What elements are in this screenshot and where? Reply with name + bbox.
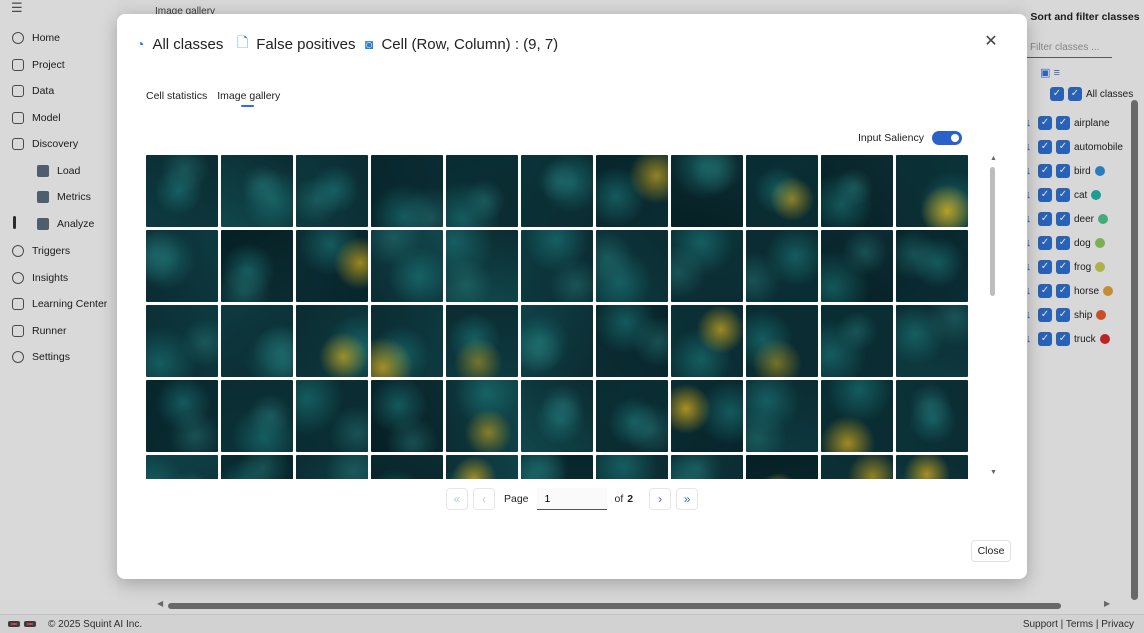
gallery-thumbnail[interactable] xyxy=(896,380,968,452)
gallery-thumbnail[interactable] xyxy=(596,155,668,227)
gallery-thumbnail[interactable] xyxy=(146,455,218,479)
gallery-thumbnail[interactable] xyxy=(371,380,443,452)
gallery-thumbnail[interactable] xyxy=(896,455,968,479)
gallery-thumbnail[interactable] xyxy=(371,230,443,302)
gallery-thumbnail[interactable] xyxy=(521,380,593,452)
all-classes-title: All classes xyxy=(152,35,224,53)
cell-title: Cell (Row, Column) : (9, 7) xyxy=(381,35,559,53)
gallery-thumbnail[interactable] xyxy=(221,455,293,479)
gallery-thumbnail[interactable] xyxy=(296,230,368,302)
false-positives-title: False positives xyxy=(256,35,356,53)
input-saliency-control: Input Saliency xyxy=(858,131,962,145)
gallery-thumbnail[interactable] xyxy=(221,155,293,227)
gallery-thumbnail[interactable] xyxy=(521,230,593,302)
gallery-thumbnail[interactable] xyxy=(596,305,668,377)
first-page-icon[interactable]: « xyxy=(446,488,468,510)
gallery-thumbnail[interactable] xyxy=(596,455,668,479)
gallery-thumbnail[interactable] xyxy=(821,155,893,227)
image-gallery xyxy=(146,155,969,479)
scroll-up-icon[interactable]: ▲ xyxy=(990,155,997,162)
gallery-thumbnail[interactable] xyxy=(446,155,518,227)
document-search-icon: 🗋 xyxy=(237,34,249,50)
header-cell: ◙ Cell (Row, Column) : (9, 7) xyxy=(365,34,558,54)
gallery-thumbnail[interactable] xyxy=(821,305,893,377)
gallery-thumbnail[interactable] xyxy=(146,230,218,302)
gallery-thumbnail[interactable] xyxy=(671,305,743,377)
gallery-thumbnail[interactable] xyxy=(896,305,968,377)
last-page-icon[interactable]: » xyxy=(676,488,699,510)
gallery-thumbnail[interactable] xyxy=(221,230,293,302)
header-false-positives: 🗋 False positives xyxy=(237,34,355,54)
close-icon[interactable]: ✕ xyxy=(983,34,999,50)
page-label: Page xyxy=(504,493,529,505)
gallery-thumbnail[interactable] xyxy=(746,230,818,302)
gallery-thumbnail[interactable] xyxy=(596,230,668,302)
gallery-thumbnail[interactable] xyxy=(746,455,818,479)
gallery-thumbnail[interactable] xyxy=(521,455,593,479)
gallery-thumbnail[interactable] xyxy=(221,380,293,452)
gallery-thumbnail[interactable] xyxy=(446,305,518,377)
gallery-thumbnail[interactable] xyxy=(671,455,743,479)
total-pages: 2 xyxy=(627,493,634,505)
gallery-thumbnail[interactable] xyxy=(296,305,368,377)
tab-image-gallery[interactable]: Image gallery xyxy=(217,90,280,107)
gallery-thumbnail[interactable] xyxy=(671,230,743,302)
gallery-thumbnail[interactable] xyxy=(446,380,518,452)
gallery-thumbnail[interactable] xyxy=(146,155,218,227)
gallery-tabs: Cell statistics Image gallery xyxy=(146,90,280,107)
image-gallery-dialog: ◔ All classes 🗋 False positives ◙ Cell (… xyxy=(117,14,1027,579)
gallery-thumbnail[interactable] xyxy=(821,455,893,479)
of-label: of xyxy=(614,493,624,505)
gallery-thumbnail[interactable] xyxy=(671,155,743,227)
gallery-thumbnail[interactable] xyxy=(221,305,293,377)
tab-cell-statistics[interactable]: Cell statistics xyxy=(146,90,207,102)
gallery-thumbnail[interactable] xyxy=(596,380,668,452)
page-number-input[interactable] xyxy=(536,488,607,510)
header-all-classes: ◔ All classes xyxy=(136,34,223,54)
input-saliency-toggle[interactable] xyxy=(931,131,962,145)
gallery-thumbnail[interactable] xyxy=(671,380,743,452)
gallery-thumbnail[interactable] xyxy=(821,380,893,452)
previous-page-icon[interactable]: ‹ xyxy=(473,488,495,510)
gallery-thumbnail[interactable] xyxy=(746,305,818,377)
gallery-thumbnail[interactable] xyxy=(446,230,518,302)
gallery-thumbnail[interactable] xyxy=(146,380,218,452)
gallery-thumbnail[interactable] xyxy=(296,380,368,452)
gallery-thumbnail[interactable] xyxy=(521,305,593,377)
gallery-thumbnail[interactable] xyxy=(296,155,368,227)
gallery-thumbnail[interactable] xyxy=(821,230,893,302)
input-saliency-label: Input Saliency xyxy=(858,132,924,144)
next-page-icon[interactable]: › xyxy=(649,488,672,510)
gallery-thumbnail[interactable] xyxy=(371,305,443,377)
gallery-thumbnail[interactable] xyxy=(296,455,368,479)
scroll-down-icon[interactable]: ▼ xyxy=(990,469,997,476)
gallery-thumbnail[interactable] xyxy=(446,455,518,479)
gallery-thumbnail[interactable] xyxy=(371,455,443,479)
cell-target-icon: ◙ xyxy=(365,36,374,52)
gallery-thumbnail[interactable] xyxy=(746,155,818,227)
close-button[interactable]: Close xyxy=(971,540,1011,562)
gallery-thumbnail[interactable] xyxy=(521,155,593,227)
gallery-thumbnail[interactable] xyxy=(746,380,818,452)
gallery-scrollbar[interactable] xyxy=(990,167,995,296)
gallery-thumbnail[interactable] xyxy=(371,155,443,227)
gallery-thumbnail[interactable] xyxy=(146,305,218,377)
pagination: « ‹ Page of 2 › » xyxy=(446,488,703,510)
circle-chart-icon: ◔ xyxy=(136,36,145,52)
gallery-thumbnail[interactable] xyxy=(896,155,968,227)
gallery-thumbnail[interactable] xyxy=(896,230,968,302)
